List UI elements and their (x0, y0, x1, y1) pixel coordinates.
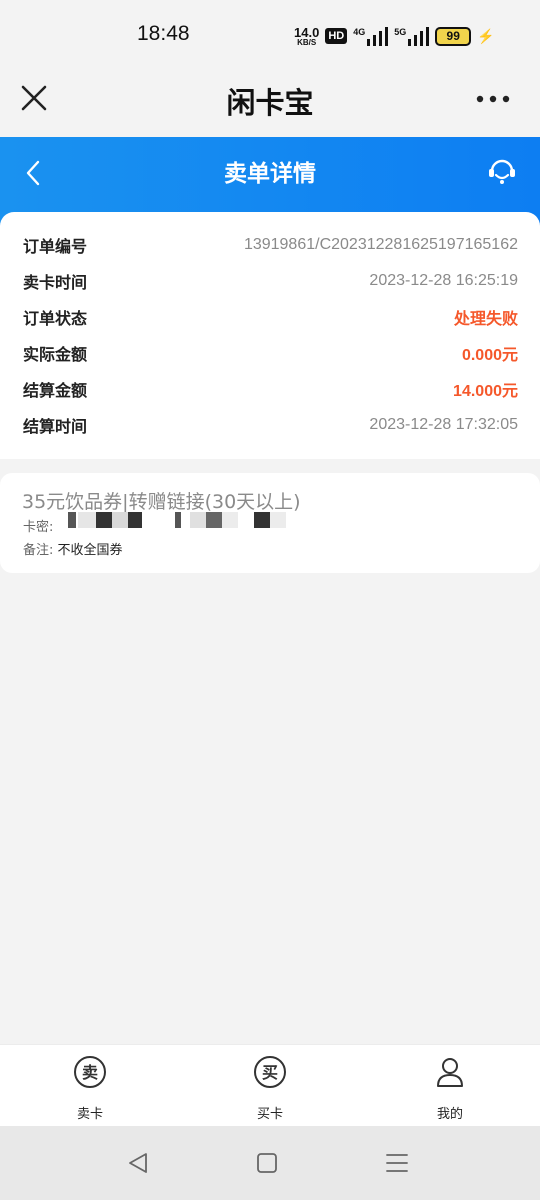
hd-icon: HD (325, 28, 348, 44)
order-status-value: 处理失败 (453, 311, 518, 328)
redaction-block (112, 512, 128, 528)
status-icons: 14.0 KB/S HD 4G 5G 99 ⚡ (294, 24, 495, 48)
nav-back-icon[interactable] (125, 1150, 151, 1176)
redaction-block (128, 512, 142, 528)
order-row: 结算金额 14.000元 (23, 377, 518, 401)
battery-icon: 99 (435, 26, 472, 46)
sell-time-label: 卖卡时间 (23, 273, 88, 292)
order-details-card: 订单编号 13919861/C20231228162519716516​2 卖卡… (0, 212, 540, 459)
order-number-label: 订单编号 (23, 237, 88, 256)
goods-title: 35元饮品券|转赠链接(30天以上) (22, 491, 301, 513)
settle-amount-value: 14.000元 (453, 383, 518, 400)
settle-amount-label: 结算金额 (23, 381, 88, 400)
card-key-line: 卡密: (23, 516, 53, 535)
redaction-block (68, 512, 76, 528)
more-dots-icon[interactable] (476, 94, 510, 104)
app-title: 闲卡宝 (226, 86, 314, 120)
profile-icon (437, 1058, 463, 1087)
app-title-bar: 闲卡宝 (0, 70, 540, 136)
tab-label: 买卡 (256, 1107, 283, 1122)
tab-sell-card[interactable]: 卖 卖卡 (50, 1055, 130, 1122)
nav-home-icon[interactable] (254, 1150, 280, 1176)
redaction-block (190, 512, 206, 528)
svg-text:卖: 卖 (82, 1063, 98, 1082)
network-speed: 14.0 KB/S (294, 24, 320, 47)
order-row: 卖卡时间 2023-12-28 16:25:19 (23, 269, 518, 293)
status-time: 18:48 (137, 22, 190, 45)
nav-menu-icon[interactable] (384, 1150, 410, 1176)
order-row: 实际金额 0.000元 (23, 341, 518, 365)
redaction-block (96, 512, 112, 528)
bottom-tab-bar: 卖 卖卡 买 买卡 我的 (0, 1044, 540, 1127)
note-line: 备注: 不收全国券 (23, 539, 123, 558)
order-status-label: 订单状态 (23, 309, 88, 328)
redaction-block (175, 512, 181, 528)
order-number-value[interactable]: 13919861/C20231228162519716516​2 (244, 236, 518, 254)
page-title: 卖单详情 (224, 161, 316, 187)
tab-buy-card[interactable]: 买 买卡 (230, 1055, 310, 1122)
status-bar: 18:48 14.0 KB/S HD 4G 5G 99 ⚡ (0, 0, 540, 70)
settle-time-label: 结算时间 (23, 417, 88, 436)
actual-amount-value: 0.000元 (461, 347, 518, 364)
signal-4g-icon: 4G (353, 26, 389, 46)
tab-profile[interactable]: 我的 (410, 1055, 490, 1122)
buy-card-icon: 买 (254, 1056, 286, 1088)
redaction-block (270, 512, 286, 528)
order-row: 订单编号 13919861/C20231228162519716516​2 (23, 233, 518, 257)
tab-label: 我的 (436, 1107, 463, 1122)
sell-card-icon: 卖 (74, 1056, 106, 1088)
note-label: 备注: (23, 543, 54, 558)
charging-icon: ⚡ (477, 27, 495, 44)
order-row: 结算时间 2023-12-28 17:32:05 (23, 413, 518, 437)
settle-time-value: 2023-12-28 17:32:05 (369, 416, 518, 433)
redaction-block (254, 512, 270, 528)
tab-label: 卖卡 (76, 1107, 103, 1122)
redaction-block (206, 512, 222, 528)
actual-amount-label: 实际金额 (23, 345, 88, 364)
note-value: 不收全国券 (57, 543, 123, 558)
svg-text:买: 买 (262, 1063, 278, 1082)
sell-time-value: 2023-12-28 16:25:19 (369, 272, 518, 289)
signal-5g-icon: 5G (394, 26, 430, 46)
redaction-block (78, 512, 96, 528)
card-key-label: 卡密: (23, 520, 54, 535)
redaction-block (222, 512, 238, 528)
order-row: 订单状态 处理失败 (23, 305, 518, 329)
system-nav-bar (0, 1126, 540, 1200)
customer-service-icon[interactable] (486, 155, 518, 187)
